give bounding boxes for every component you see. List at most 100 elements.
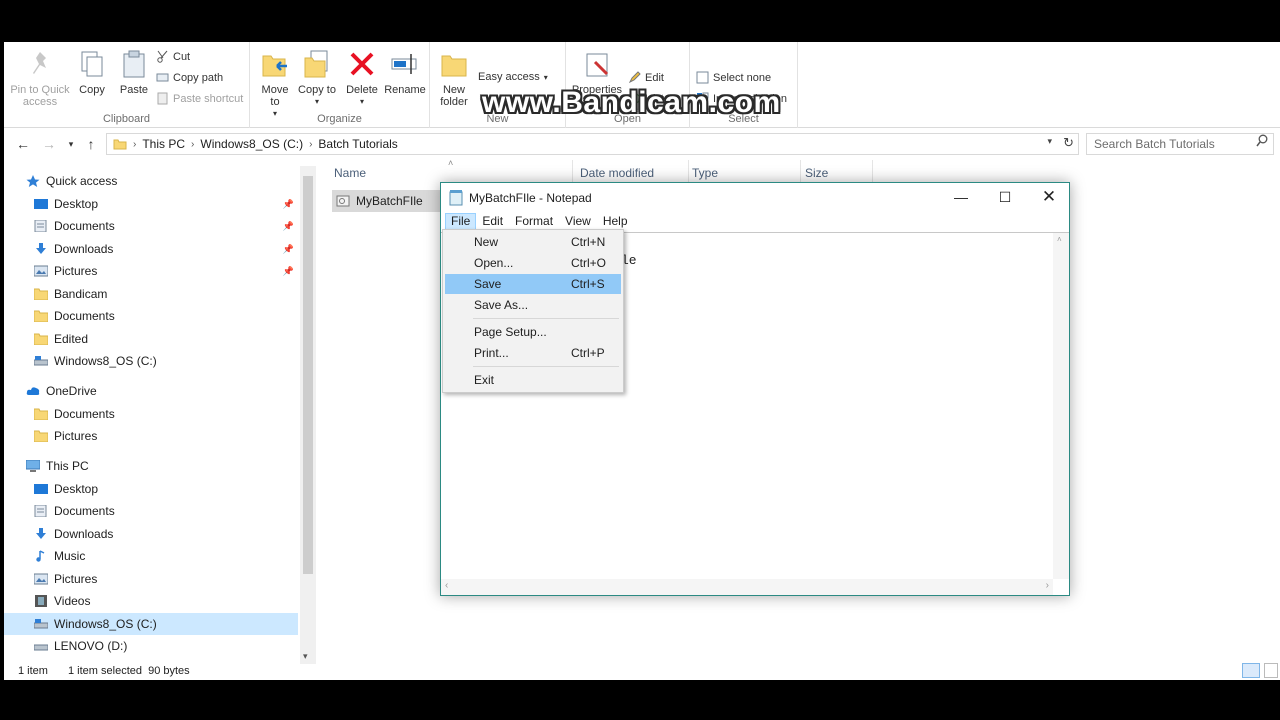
- column-divider[interactable]: [688, 160, 689, 184]
- large-icons-view-icon[interactable]: [1264, 663, 1278, 678]
- copy-to-button[interactable]: Copy to ▾: [298, 48, 336, 108]
- column-divider[interactable]: [800, 160, 801, 184]
- copy-to-icon: [301, 48, 333, 80]
- properties-icon: [581, 48, 613, 80]
- nav-item-pc-music[interactable]: Music: [4, 545, 298, 567]
- nav-item-documents[interactable]: Documents 📌: [4, 215, 298, 237]
- nav-item-pc-pictures[interactable]: Pictures: [4, 568, 298, 590]
- nav-item-bandicam[interactable]: Bandicam: [4, 283, 298, 305]
- column-divider[interactable]: [872, 160, 873, 184]
- scroll-left-chevron-icon[interactable]: ‹: [445, 580, 448, 591]
- column-header-size[interactable]: Size: [805, 166, 828, 180]
- nav-item-onedrive-documents[interactable]: Documents: [4, 403, 298, 425]
- new-folder-icon: [438, 48, 470, 80]
- drive-icon: [33, 355, 49, 367]
- recent-locations-chevron-icon[interactable]: ▾: [62, 135, 80, 153]
- menu-item-page-setup[interactable]: Page Setup...: [445, 322, 621, 342]
- nav-quick-access[interactable]: Quick access: [26, 170, 300, 192]
- easy-access-button[interactable]: Easy access ▾: [478, 71, 548, 83]
- sort-chevron-icon: ˄: [448, 158, 454, 168]
- close-button[interactable]: ✕: [1027, 183, 1071, 213]
- paste-shortcut-button[interactable]: Paste shortcut: [156, 92, 243, 105]
- menu-item-new[interactable]: New Ctrl+N: [445, 232, 621, 252]
- notepad-title-bar[interactable]: MyBatchFIle - Notepad — ☐ ✕: [441, 183, 1069, 213]
- maximize-button[interactable]: ☐: [983, 183, 1027, 213]
- delete-button[interactable]: Delete ▾: [342, 48, 382, 108]
- nav-item-edited[interactable]: Edited: [4, 328, 298, 350]
- edit-button[interactable]: Edit: [628, 71, 664, 84]
- column-header-name[interactable]: Name: [334, 166, 366, 180]
- menu-item-open[interactable]: Open... Ctrl+O: [445, 253, 621, 273]
- address-dropdown-chevron-icon[interactable]: ▾: [1047, 136, 1052, 147]
- column-header-date-modified[interactable]: Date modified: [580, 166, 654, 180]
- nav-item-label: Downloads: [54, 527, 114, 541]
- menu-item-label: New: [474, 235, 499, 249]
- documents-icon: [34, 504, 48, 518]
- paste-button[interactable]: Paste: [116, 48, 152, 96]
- menu-item-print[interactable]: Print... Ctrl+P: [445, 343, 621, 363]
- pin-to-quick-access-button[interactable]: Pin to Quick access: [10, 48, 70, 108]
- up-arrow-icon[interactable]: ↑: [82, 135, 100, 153]
- select-none-button[interactable]: Select none: [696, 71, 771, 84]
- nav-item-pictures[interactable]: Pictures 📌: [4, 260, 298, 282]
- edit-icon: [628, 71, 641, 84]
- notepad-vertical-scrollbar[interactable]: ˄: [1053, 233, 1069, 579]
- nav-onedrive[interactable]: OneDrive: [26, 380, 300, 402]
- delete-x-icon: [346, 48, 378, 80]
- menu-item-exit[interactable]: Exit: [445, 370, 621, 390]
- folder-icon: [33, 310, 49, 323]
- breadcrumb-this-pc[interactable]: This PC: [142, 137, 185, 151]
- nav-item-downloads[interactable]: Downloads 📌: [4, 238, 298, 260]
- search-input[interactable]: Search Batch Tutorials: [1086, 133, 1274, 155]
- scroll-right-chevron-icon[interactable]: ›: [1046, 580, 1049, 591]
- file-row[interactable]: MyBatchFIle: [332, 190, 442, 212]
- nav-this-pc-label: This PC: [46, 459, 89, 473]
- nav-item-label: Pictures: [54, 264, 98, 278]
- new-folder-button[interactable]: New folder: [434, 48, 474, 108]
- details-view-icon[interactable]: [1242, 663, 1260, 678]
- nav-item-onedrive-pictures[interactable]: Pictures: [4, 425, 298, 447]
- column-header-type[interactable]: Type: [692, 166, 718, 180]
- forward-arrow-icon[interactable]: →: [40, 135, 58, 153]
- nav-item-pc-downloads[interactable]: Downloads: [4, 523, 298, 545]
- selection-info: 1 item selected 90 bytes: [68, 665, 190, 677]
- folder-icon: [33, 333, 49, 346]
- nav-item-pc-documents[interactable]: Documents: [4, 500, 298, 522]
- breadcrumb-folder[interactable]: Batch Tutorials: [318, 137, 397, 151]
- organize-group: Move to ▾ Copy to ▾ Delete ▾ Rename Orga…: [250, 42, 430, 128]
- menu-item-save[interactable]: Save Ctrl+S: [445, 274, 621, 294]
- select-none-label: Select none: [713, 71, 772, 84]
- nav-item-pc-desktop[interactable]: Desktop: [4, 478, 298, 500]
- move-to-button[interactable]: Move to ▾: [256, 48, 294, 120]
- music-note-icon: [34, 550, 48, 562]
- nav-onedrive-label: OneDrive: [46, 384, 97, 398]
- copy-path-button[interactable]: Copy path: [156, 71, 223, 84]
- scroll-up-chevron-icon[interactable]: ˄: [1057, 235, 1062, 244]
- back-arrow-icon[interactable]: ←: [14, 135, 32, 153]
- notepad-horizontal-scrollbar[interactable]: ‹ ›: [441, 579, 1053, 595]
- scroll-down-chevron-icon[interactable]: ▾: [303, 651, 308, 662]
- rename-button[interactable]: Rename: [384, 48, 426, 96]
- menu-item-label: Open...: [474, 256, 514, 270]
- menu-item-label: Save As...: [474, 298, 529, 312]
- copy-button[interactable]: Copy: [74, 48, 110, 96]
- cut-button[interactable]: Cut: [156, 50, 190, 63]
- column-divider[interactable]: [572, 160, 573, 184]
- address-bar[interactable]: › This PC › Windows8_OS (C:) › Batch Tut…: [106, 133, 1079, 155]
- nav-this-pc[interactable]: This PC: [25, 455, 300, 477]
- nav-item-desktop[interactable]: Desktop 📌: [4, 193, 298, 215]
- menu-item-save-as[interactable]: Save As...: [445, 295, 621, 315]
- refresh-icon[interactable]: ↻: [1063, 135, 1074, 151]
- scrollbar-thumb[interactable]: [303, 176, 313, 574]
- navigation-scrollbar[interactable]: ▾: [300, 166, 316, 664]
- breadcrumb-drive[interactable]: Windows8_OS (C:): [200, 137, 303, 151]
- nav-item-label: Documents: [54, 407, 115, 421]
- nav-item-drive-c[interactable]: Windows8_OS (C:): [4, 350, 298, 372]
- minimize-button[interactable]: —: [939, 183, 983, 213]
- download-arrow-icon: [34, 528, 48, 540]
- nav-item-documents-folder[interactable]: Documents: [4, 305, 298, 327]
- nav-item-pc-drive-d[interactable]: LENOVO (D:): [4, 635, 298, 657]
- nav-item-pc-drive-c[interactable]: Windows8_OS (C:): [4, 613, 298, 635]
- nav-item-label: Documents: [54, 504, 115, 518]
- nav-item-pc-videos[interactable]: Videos: [4, 590, 298, 612]
